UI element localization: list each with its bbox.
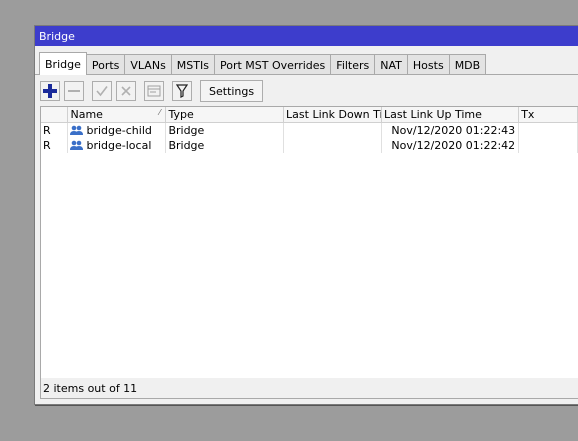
- window-titlebar[interactable]: Bridge: [35, 26, 578, 46]
- x-icon: [121, 86, 131, 96]
- disable-button[interactable]: [116, 81, 136, 101]
- toolbar: Settings: [40, 79, 578, 103]
- filter-button[interactable]: [172, 81, 192, 101]
- row-name: bridge-local: [68, 138, 167, 153]
- bridge-window: Bridge Bridge Ports VLANs MSTIs Port MST…: [34, 25, 578, 405]
- column-header-tx[interactable]: Tx: [519, 107, 578, 122]
- row-name: bridge-child: [68, 123, 167, 138]
- table-row[interactable]: R bridge-child Bridge Nov/12/2020 01:22:…: [41, 123, 578, 138]
- tab-bridge[interactable]: Bridge: [39, 52, 87, 75]
- tab-filters[interactable]: Filters: [330, 54, 376, 75]
- plus-icon: [43, 84, 57, 98]
- tab-ports[interactable]: Ports: [85, 54, 126, 75]
- tab-port-mst-overrides[interactable]: Port MST Overrides: [213, 54, 332, 75]
- filter-icon: [176, 84, 188, 98]
- bridge-icon: [70, 125, 84, 136]
- check-icon: [96, 86, 108, 97]
- bridge-icon: [70, 140, 84, 151]
- column-header-last-link-up[interactable]: Last Link Up Time: [382, 107, 520, 122]
- remove-button[interactable]: [64, 81, 84, 101]
- row-flag: R: [41, 138, 69, 153]
- row-type: Bridge: [166, 138, 285, 153]
- table-header: Name ⁄ Type Last Link Down Ti... Last Li…: [41, 107, 578, 123]
- tab-bar: Bridge Ports VLANs MSTIs Port MST Overri…: [39, 52, 578, 75]
- status-bar: 2 items out of 11: [40, 378, 578, 399]
- bridge-table: Name ⁄ Type Last Link Down Ti... Last Li…: [40, 106, 578, 380]
- row-last-link-down: [284, 138, 382, 153]
- tab-mdb[interactable]: MDB: [448, 54, 487, 75]
- settings-button[interactable]: Settings: [200, 80, 264, 102]
- column-header-flag[interactable]: [41, 107, 69, 122]
- column-header-last-link-down[interactable]: Last Link Down Ti...: [284, 107, 383, 122]
- table-row[interactable]: R bridge-local Bridge Nov/12/2020 01:22:…: [41, 138, 578, 153]
- sort-indicator-icon: ⁄: [159, 108, 161, 117]
- column-header-name[interactable]: Name ⁄: [68, 107, 167, 122]
- tab-vlans[interactable]: VLANs: [124, 54, 172, 75]
- row-flag: R: [41, 123, 69, 138]
- minus-icon: [68, 90, 80, 92]
- row-last-link-up: Nov/12/2020 01:22:42: [382, 138, 520, 153]
- tab-mstis[interactable]: MSTIs: [170, 54, 215, 75]
- row-tx: [519, 138, 578, 153]
- row-type: Bridge: [166, 123, 285, 138]
- tab-nat[interactable]: NAT: [374, 54, 408, 75]
- enable-button[interactable]: [92, 81, 112, 101]
- tab-divider: [35, 74, 578, 75]
- column-header-type[interactable]: Type: [166, 107, 285, 122]
- item-count-status: 2 items out of 11: [43, 381, 138, 395]
- tab-hosts[interactable]: Hosts: [406, 54, 450, 75]
- window-title: Bridge: [39, 29, 75, 43]
- row-tx: [519, 123, 578, 138]
- comment-button[interactable]: [144, 81, 164, 101]
- add-button[interactable]: [40, 81, 60, 101]
- comment-icon: [147, 85, 161, 97]
- row-last-link-up: Nov/12/2020 01:22:43: [382, 123, 520, 138]
- row-last-link-down: [284, 123, 382, 138]
